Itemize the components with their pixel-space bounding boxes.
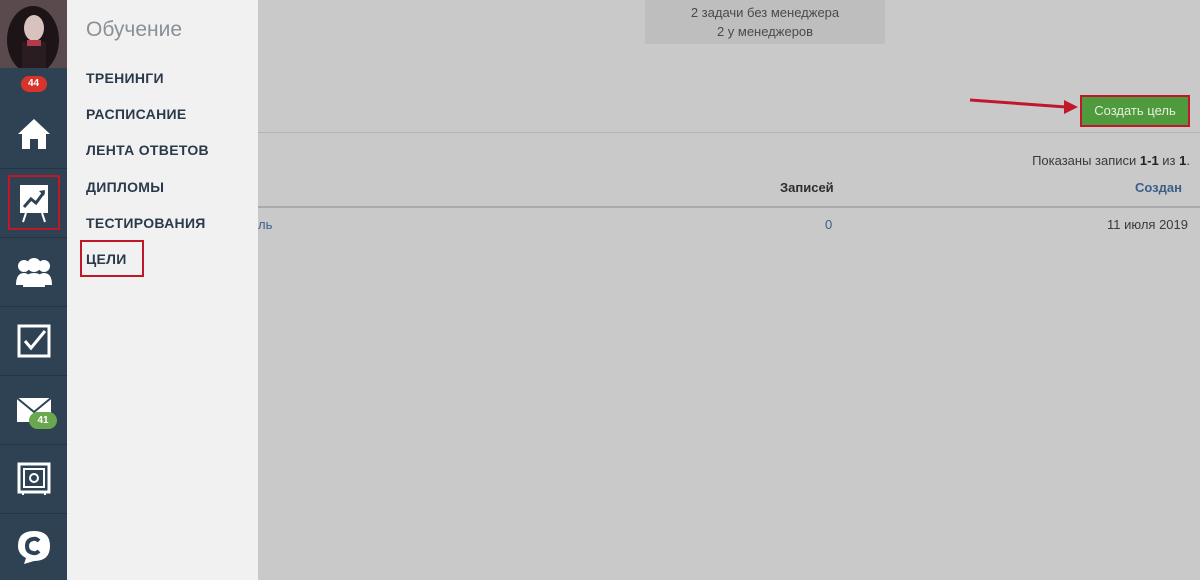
red-arrow-pointer <box>969 98 1078 114</box>
divider <box>258 132 1200 133</box>
menu-item-trainings[interactable]: ТРЕНИНГИ <box>86 70 164 86</box>
menu-item-diplomas[interactable]: ДИПЛОМЫ <box>86 179 164 195</box>
highlight-learning-icon <box>8 175 60 230</box>
menu-title: Обучение <box>86 18 183 41</box>
checkbox-icon <box>17 324 50 358</box>
menu-item-schedule[interactable]: РАСПИСАНИЕ <box>86 106 187 122</box>
tasks-without-manager: 2 задачи без менеджера <box>690 5 840 20</box>
learning-menu-panel: Обучение ТРЕНИНГИ РАСПИСАНИЕ ЛЕНТА ОТВЕТ… <box>67 0 258 580</box>
table-header-divider <box>258 206 1200 208</box>
sidebar-item-chat[interactable] <box>0 514 67 580</box>
sidebar-item-team[interactable] <box>0 238 67 307</box>
menu-item-answer-feed[interactable]: ЛЕНТА ОТВЕТОВ <box>86 142 209 158</box>
menu-item-testing[interactable]: ТЕСТИРОВАНИЯ <box>86 215 206 231</box>
manager-tasks-summary: 2 задачи без менеджера 2 у менеджеров <box>645 0 885 44</box>
create-goal-button[interactable]: Создать цель <box>1080 95 1190 127</box>
column-header-records[interactable]: Записей <box>780 180 834 195</box>
notifications-badge[interactable]: 44 <box>20 76 47 92</box>
chat-logo-icon <box>17 531 50 564</box>
avatar-badge-row: 44 <box>0 68 67 100</box>
sidebar-item-tasks[interactable] <box>0 307 67 376</box>
sidebar-item-mail[interactable]: 41 <box>0 376 67 445</box>
sidebar-item-home[interactable] <box>0 100 67 169</box>
safe-icon <box>17 462 50 495</box>
icon-sidebar: 44 41 <box>0 0 67 580</box>
goal-name-link[interactable]: ль <box>258 217 272 232</box>
users-icon <box>15 258 52 287</box>
mail-badge[interactable]: 41 <box>29 412 57 429</box>
shown-of: из <box>1158 153 1180 168</box>
highlight-goals-item <box>80 240 144 277</box>
sidebar-item-safe[interactable] <box>0 445 67 514</box>
shown-suffix: . <box>1186 153 1190 168</box>
column-header-created[interactable]: Создан <box>1135 180 1182 195</box>
avatar[interactable] <box>0 0 67 68</box>
records-shown-text: Показаны записи 1-1 из 1. <box>1032 153 1190 168</box>
shown-range: 1-1 <box>1139 153 1159 168</box>
tasks-with-managers: 2 у менеджеров <box>716 24 814 39</box>
records-count[interactable]: 0 <box>825 217 832 232</box>
home-icon <box>17 119 50 149</box>
shown-prefix: Показаны записи <box>1032 153 1140 168</box>
avatar-portrait-icon <box>0 0 67 68</box>
created-date: 11 июля 2019 <box>1107 217 1188 232</box>
